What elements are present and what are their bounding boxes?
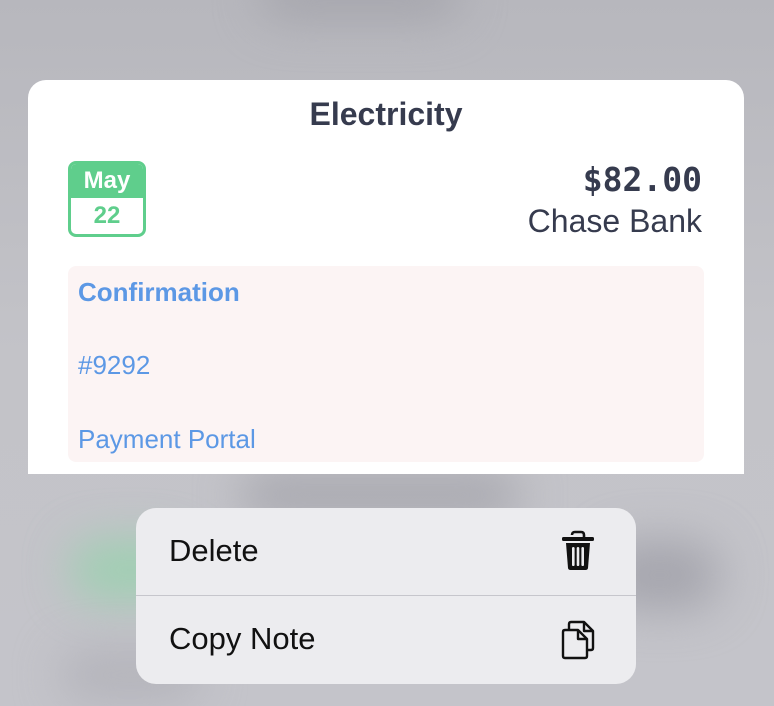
note-heading: Confirmation <box>78 277 240 307</box>
copy-note-label: Copy Note <box>169 621 316 656</box>
copy-documents-icon <box>561 620 595 660</box>
note-confirmation-number: #9292 <box>78 350 151 380</box>
delete-label: Delete <box>169 533 259 568</box>
background-blur-shape <box>260 0 460 20</box>
date-month: May <box>71 164 143 198</box>
delete-menu-item[interactable]: Delete <box>136 508 636 596</box>
bill-preview-card: Electricity May 22 $82.00 Chase Bank Con… <box>28 80 744 474</box>
context-menu: Delete Copy Note <box>136 508 636 684</box>
bill-amount: $82.00 <box>582 160 702 199</box>
note-box: Confirmation #9292 Payment Portal <box>68 266 704 462</box>
date-badge: May 22 <box>68 161 146 237</box>
trash-icon <box>562 530 594 570</box>
date-day: 22 <box>93 202 121 229</box>
copy-note-menu-item[interactable]: Copy Note <box>136 596 636 683</box>
payment-portal-link[interactable]: Payment Portal <box>78 424 256 455</box>
bill-title: Electricity <box>309 96 463 132</box>
payee-name: Chase Bank <box>527 203 702 239</box>
